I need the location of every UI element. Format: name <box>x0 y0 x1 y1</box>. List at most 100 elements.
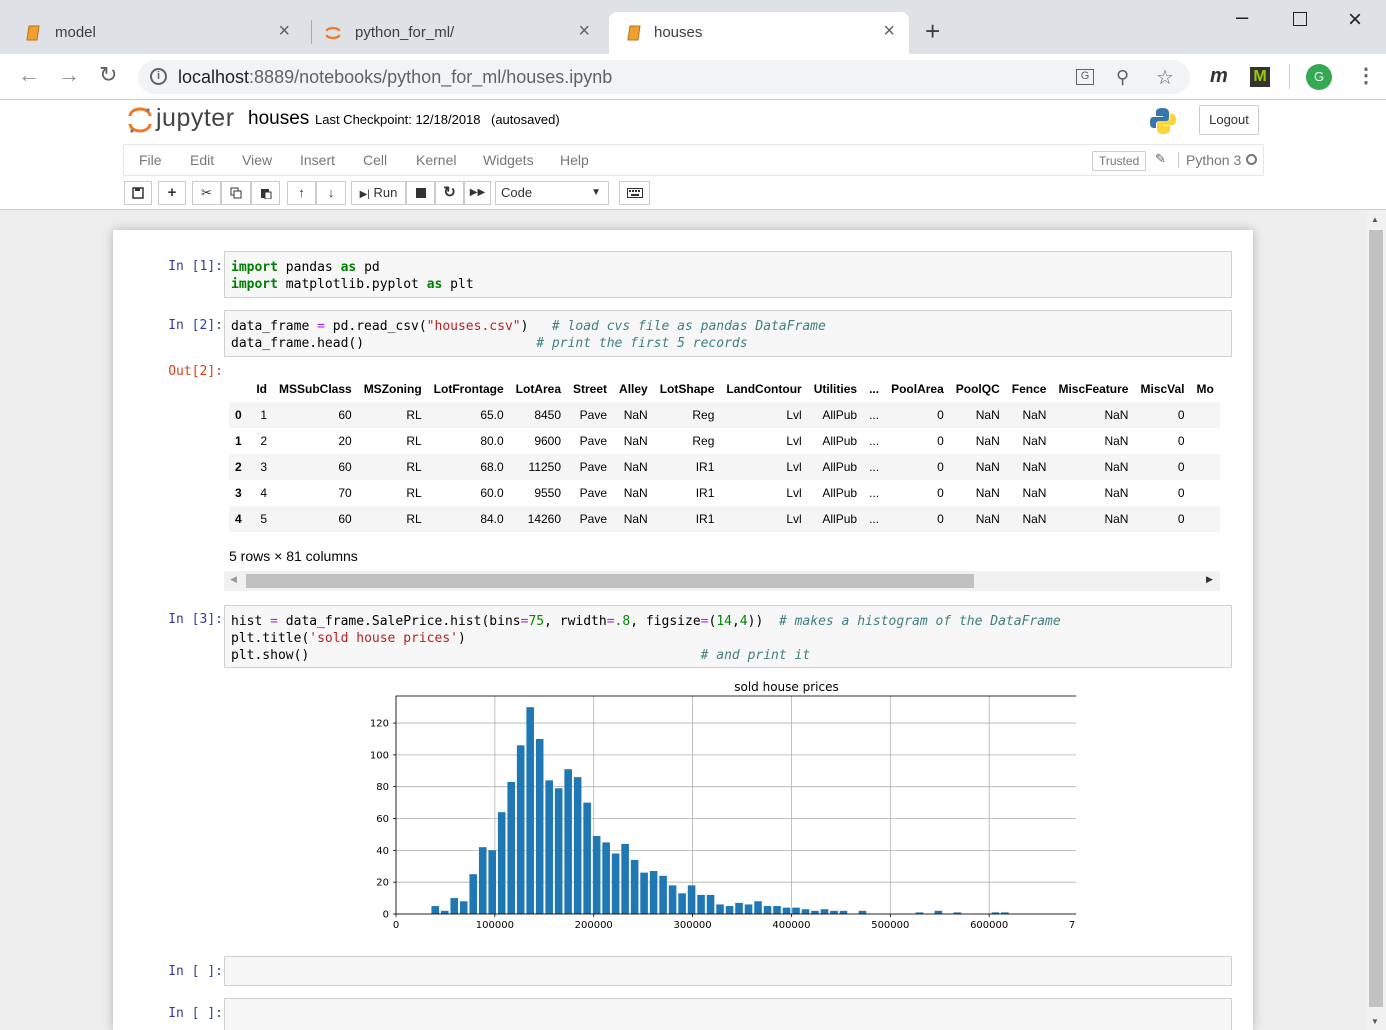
histogram-bar <box>497 812 506 914</box>
menu-insert[interactable]: Insert <box>300 152 335 168</box>
scroll-left-icon[interactable]: ◀ <box>230 574 237 585</box>
reload-icon[interactable]: ↻ <box>99 64 117 86</box>
table-cell: 0 <box>1177 512 1185 526</box>
menu-view[interactable]: View <box>242 152 272 168</box>
translate-icon[interactable]: G <box>1076 69 1094 85</box>
menu-cell[interactable]: Cell <box>363 152 387 168</box>
table-cell: Pave <box>579 512 608 526</box>
vertical-scrollbar[interactable]: ▲ ▼ <box>1366 211 1386 1030</box>
scroll-down-icon[interactable]: ▼ <box>1371 1017 1379 1026</box>
scroll-up-icon[interactable]: ▲ <box>1371 215 1379 224</box>
restart-button[interactable]: ↻ <box>435 181 464 205</box>
histogram-bar <box>773 906 781 914</box>
histogram-bar <box>545 780 553 914</box>
close-window-icon[interactable]: × <box>1348 6 1362 34</box>
tab-model[interactable]: model × <box>0 12 308 54</box>
column-header: Mo <box>1196 382 1214 396</box>
menu-help[interactable]: Help <box>560 152 589 168</box>
table-cell <box>1191 506 1220 532</box>
info-icon[interactable]: i <box>150 68 167 85</box>
table-cell <box>1191 402 1220 428</box>
notebook-name[interactable]: houses <box>248 108 309 130</box>
x-tick-label: 500000 <box>871 920 909 931</box>
table-cell: 0 <box>1177 486 1185 500</box>
histogram-bar <box>697 894 705 914</box>
tab-houses[interactable]: houses × <box>609 12 909 54</box>
column-header: Alley <box>619 382 648 396</box>
url-text[interactable]: localhost:8889/notebooks/python_for_ml/h… <box>178 67 612 88</box>
zoom-icon[interactable]: ⚲ <box>1116 67 1129 88</box>
menu-edit[interactable]: Edit <box>190 152 214 168</box>
menu-widgets[interactable]: Widgets <box>483 152 534 168</box>
table-cell: AllPub <box>822 460 858 474</box>
run-button[interactable]: ▶| Run <box>351 181 406 205</box>
copy-button[interactable] <box>221 181 251 205</box>
close-icon[interactable]: × <box>278 21 290 41</box>
table-cell: ... <box>869 408 880 422</box>
table-cell: RL <box>406 434 422 448</box>
histogram-bar <box>830 910 838 914</box>
close-icon[interactable]: × <box>578 21 590 41</box>
address-bar[interactable]: i localhost:8889/notebooks/python_for_ml… <box>138 60 1190 94</box>
insert-cell-button[interactable]: + <box>158 181 186 205</box>
restart-run-all-button[interactable]: ▶▶ <box>464 181 491 205</box>
star-icon[interactable]: ☆ <box>1156 65 1174 90</box>
empty-code-cell[interactable] <box>224 998 1232 1030</box>
back-icon[interactable]: ← <box>18 64 40 86</box>
code-cell-input[interactable]: import pandas as pd import matplotlib.py… <box>224 251 1232 298</box>
minimize-icon[interactable]: – <box>1236 4 1248 30</box>
command-palette-button[interactable] <box>619 181 650 205</box>
empty-code-cell[interactable] <box>224 956 1232 986</box>
y-tick-label: 0 <box>383 910 389 921</box>
paste-button[interactable] <box>251 181 280 205</box>
cell-type-select[interactable]: Code ▼ <box>495 181 609 205</box>
tab-python-for-ml[interactable]: python_for_ml/ × <box>300 12 608 54</box>
table-cell: Lvl <box>786 512 802 526</box>
table-cell: Reg <box>692 408 715 422</box>
horizontal-scrollbar[interactable]: ◀ ▶ <box>224 571 1220 591</box>
jupyter-logo-icon[interactable] <box>128 106 152 134</box>
table-header-row: Id MSSubClass MSZoning LotFrontage LotAr… <box>229 376 1220 402</box>
logout-button[interactable]: Logout <box>1199 105 1259 135</box>
scrollbar-thumb[interactable] <box>1369 230 1383 1007</box>
code-cell-input[interactable]: data_frame = pd.read_csv("houses.csv") #… <box>224 310 1232 357</box>
new-tab-button[interactable]: + <box>925 18 940 44</box>
table-cell: ... <box>869 460 880 474</box>
save-button[interactable] <box>124 181 152 205</box>
column-header: Street <box>573 382 608 396</box>
scroll-right-icon[interactable]: ▶ <box>1206 574 1213 585</box>
move-up-button[interactable]: ↑ <box>287 181 316 205</box>
table-cell: NaN <box>1104 486 1129 500</box>
table-cell: NaN <box>623 460 648 474</box>
pencil-icon[interactable]: ✎ <box>1155 151 1166 167</box>
profile-avatar[interactable]: G <box>1306 64 1332 90</box>
kernel-name[interactable]: Python 3 <box>1178 152 1241 168</box>
close-icon[interactable]: × <box>883 21 895 41</box>
trusted-indicator[interactable]: Trusted <box>1092 151 1147 171</box>
histogram-bar <box>725 906 734 914</box>
table-cell: Reg <box>692 434 715 448</box>
table-cell: 0 <box>937 434 944 448</box>
histogram-bar <box>564 769 572 914</box>
x-tick-label: 0 <box>393 920 399 931</box>
histogram-bar <box>478 847 487 914</box>
kebab-menu-icon[interactable]: ⋮ <box>1356 63 1376 88</box>
scrollbar-thumb[interactable] <box>246 574 974 588</box>
url-path: :8889/notebooks/python_for_ml/houses.ipy… <box>249 67 613 87</box>
interrupt-button[interactable] <box>406 181 435 205</box>
extension-M-icon[interactable]: M <box>1250 67 1270 87</box>
jupyter-menubar: File Edit View Insert Cell Kernel Widget… <box>123 144 1264 176</box>
extension-m-icon[interactable]: m <box>1210 66 1228 86</box>
forward-icon[interactable]: → <box>58 64 80 86</box>
row-index: 0 <box>235 408 242 422</box>
jupyter-logo-text[interactable]: jupyter <box>156 104 235 133</box>
move-down-button[interactable]: ↓ <box>316 181 346 205</box>
histogram-bar <box>440 910 449 914</box>
code-cell-input[interactable]: hist = data_frame.SalePrice.hist(bins=75… <box>224 605 1232 668</box>
histogram-bar <box>535 738 544 914</box>
table-cell: NaN <box>975 408 1000 422</box>
maximize-icon[interactable] <box>1293 12 1307 26</box>
menu-file[interactable]: File <box>139 152 162 168</box>
menu-kernel[interactable]: Kernel <box>416 152 456 168</box>
cut-button[interactable]: ✂ <box>192 181 221 205</box>
